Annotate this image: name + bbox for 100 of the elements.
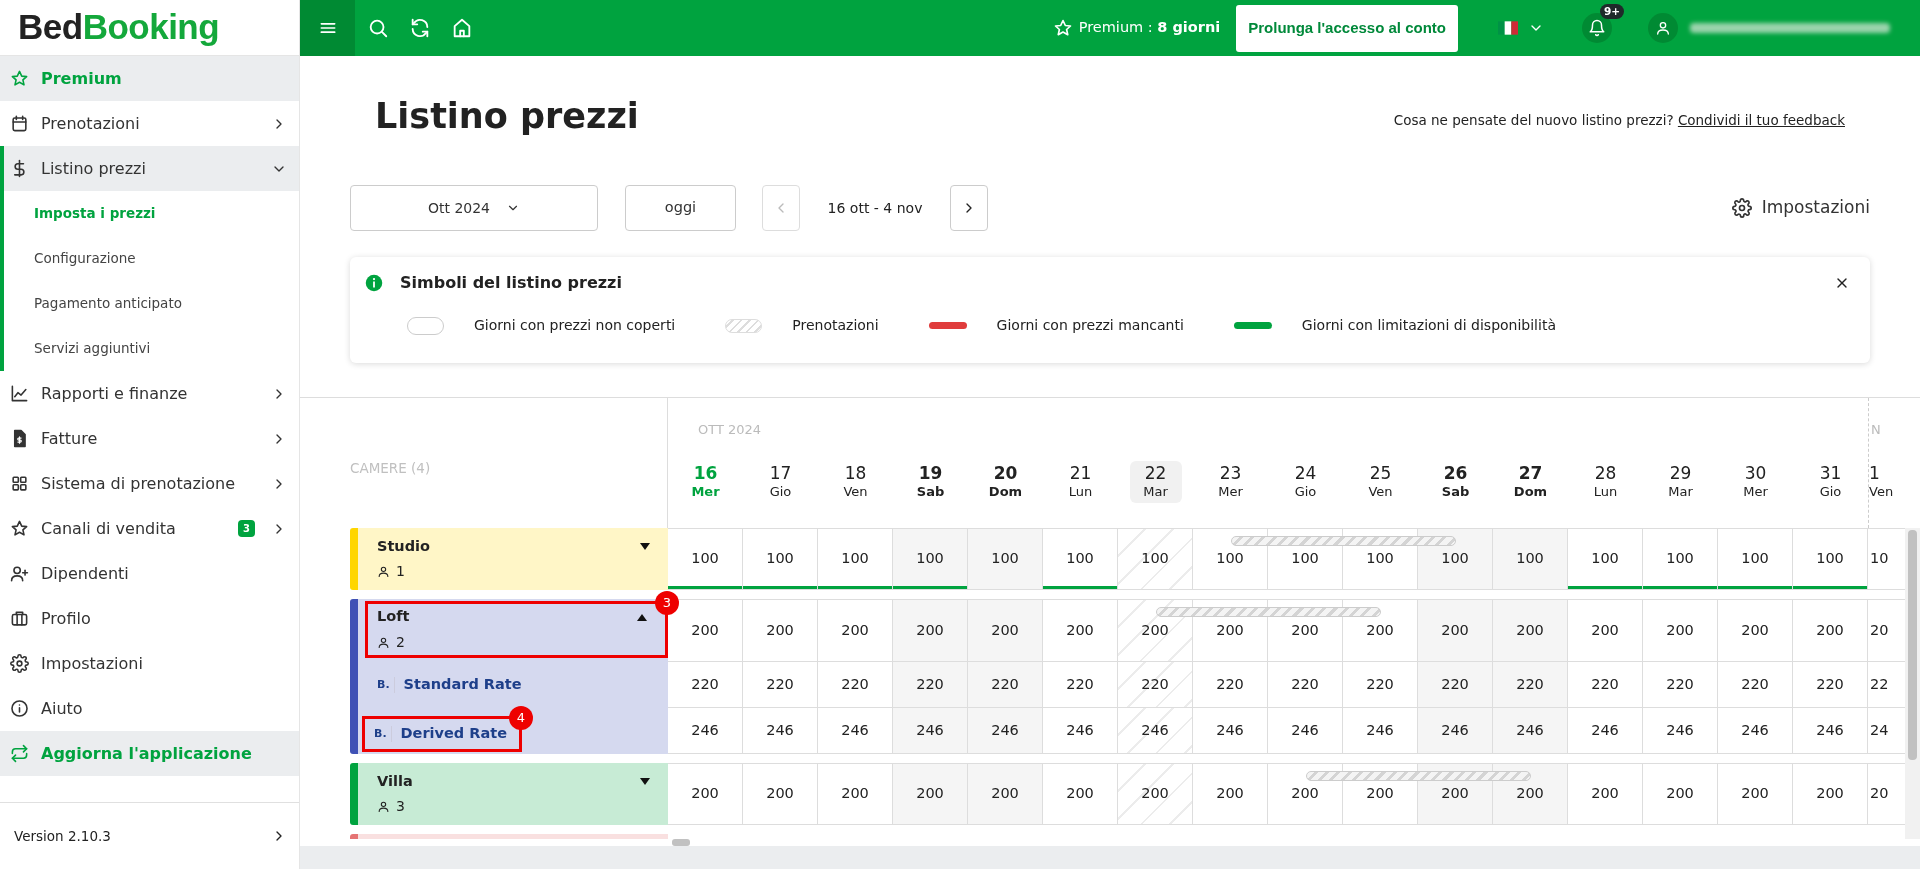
day-number: 18: [844, 463, 867, 484]
day-number: 30: [1744, 463, 1767, 484]
room-name: Loft: [377, 607, 410, 627]
day-number: 1: [1869, 463, 1880, 484]
sidebar-item[interactable]: Prenotazioni: [0, 101, 299, 146]
price-cell: 200: [1793, 763, 1868, 825]
price-cell: 200: [1568, 763, 1643, 825]
submenu-item[interactable]: Pagamento anticipato: [4, 281, 299, 326]
price-cell: 100: [1493, 528, 1568, 590]
caret-up-icon[interactable]: [637, 613, 647, 621]
price-cell: 246: [1493, 708, 1568, 754]
app-logo: BedBooking: [18, 6, 220, 49]
price-cell: 200: [1718, 599, 1793, 662]
callout-badge: 4: [509, 706, 533, 731]
price-cell: 200: [1493, 599, 1568, 662]
home-icon[interactable]: [451, 17, 473, 39]
price-cell: 200: [968, 763, 1043, 825]
person-icon: [377, 565, 390, 579]
submenu-item[interactable]: Servizi aggiuntivi: [4, 326, 299, 371]
price-cell: 246: [1418, 708, 1493, 754]
today-button[interactable]: oggi: [625, 185, 736, 231]
price-cell: 200: [893, 763, 968, 825]
weekday-label: Mar: [1668, 483, 1693, 501]
weekday-label: Sab: [916, 483, 945, 501]
bell-icon: [1588, 19, 1606, 37]
sidebar-item[interactable]: Canali di vendita 3: [0, 506, 299, 551]
price-cell: 100: [668, 528, 743, 590]
day-number: 29: [1669, 463, 1692, 484]
calendar-icon: [10, 114, 29, 133]
month-dropdown[interactable]: Ott 2024: [350, 185, 598, 231]
version-label: Version 2.10.3: [14, 826, 111, 846]
user-button[interactable]: [1648, 13, 1678, 43]
price-cell: 220: [1793, 662, 1868, 708]
sidebar-item[interactable]: Rapporti e finanze: [0, 371, 299, 416]
price-cell: 246: [743, 708, 818, 754]
sidebar-item[interactable]: Listino prezzi: [4, 146, 299, 191]
sidebar-item[interactable]: Aiuto: [0, 686, 299, 731]
refresh-icon[interactable]: [409, 17, 431, 39]
sidebar-item[interactable]: Profilo: [0, 596, 299, 641]
weekday-label: Sab: [1441, 483, 1470, 501]
rate-name[interactable]: Standard Rate: [403, 674, 522, 696]
weekday-label: Mar: [1143, 483, 1168, 501]
sidebar-item[interactable]: Fatture: [0, 416, 299, 461]
flag-icon[interactable]: [1498, 21, 1518, 35]
room-name: Studio: [377, 536, 430, 556]
star-icon: [10, 69, 29, 88]
price-cell: 100: [1718, 528, 1793, 590]
legend-title: Simboli del listino prezzi: [400, 272, 622, 294]
search-icon[interactable]: [367, 17, 389, 39]
caret-down-icon[interactable]: [640, 543, 650, 550]
scrollbar-thumb[interactable]: [1908, 530, 1917, 760]
guest-count: 2: [396, 632, 405, 652]
price-cell: 100: [968, 528, 1043, 590]
price-cell: 246: [1718, 708, 1793, 754]
price-cell: 200: [1718, 763, 1793, 825]
price-cell: 220: [743, 662, 818, 708]
price-cell: 200: [1418, 599, 1493, 662]
day-number: 20: [993, 463, 1018, 484]
weekday-label: Ven: [1368, 483, 1393, 501]
settings-button[interactable]: Impostazioni: [1731, 195, 1870, 221]
price-cell: 246: [1268, 708, 1343, 754]
price-cell: 220: [1418, 662, 1493, 708]
price-cell: 246: [1118, 708, 1193, 754]
user-icon: [1655, 20, 1671, 36]
scrollbar-thumb[interactable]: [672, 839, 690, 846]
refresh-icon: [10, 744, 29, 763]
day-number: 22: [1144, 463, 1167, 484]
weekday-label: Dom: [1513, 483, 1548, 501]
feedback-link[interactable]: Condividi il tuo feedback: [1677, 112, 1845, 129]
price-cell: 20: [1868, 763, 1905, 825]
caret-down-icon[interactable]: [640, 778, 650, 785]
month-label: N: [1871, 421, 1881, 439]
price-cell: 100: [1043, 528, 1118, 590]
price-cell: 200: [1343, 599, 1418, 662]
price-cell: 220: [893, 662, 968, 708]
price-cell: 200: [1043, 599, 1118, 662]
extend-access-button[interactable]: Prolunga l'accesso al conto: [1236, 4, 1458, 52]
price-cell: 200: [1493, 763, 1568, 825]
weekday-label: Lun: [1593, 483, 1618, 501]
price-cell: 246: [1193, 708, 1268, 754]
guest-count: 3: [396, 797, 405, 817]
weekday-label: Dom: [988, 483, 1023, 501]
price-cell: 246: [968, 708, 1043, 754]
day-number: 21: [1069, 463, 1092, 484]
day-number: 27: [1518, 463, 1543, 484]
sidebar-item[interactable]: Dipendenti: [0, 551, 299, 596]
weekday-label: Gio: [1819, 483, 1842, 501]
menu-button[interactable]: [300, 0, 355, 56]
notifications-button[interactable]: [1582, 13, 1612, 43]
rate-name[interactable]: Derived Rate: [400, 723, 507, 745]
guest-count: 1: [396, 562, 405, 582]
day-number: 24: [1294, 463, 1317, 484]
legend-label: Giorni con prezzi non coperti: [474, 316, 676, 335]
submenu-item[interactable]: Configurazione: [4, 236, 299, 281]
day-number: 31: [1819, 463, 1842, 484]
weekday-label: Gio: [1294, 483, 1317, 501]
month-label: OTT 2024: [698, 421, 762, 439]
sidebar-item[interactable]: Impostazioni: [0, 641, 299, 686]
weekday-label: Ven: [843, 483, 868, 501]
sidebar-item[interactable]: Sistema di prenotazione: [0, 461, 299, 506]
